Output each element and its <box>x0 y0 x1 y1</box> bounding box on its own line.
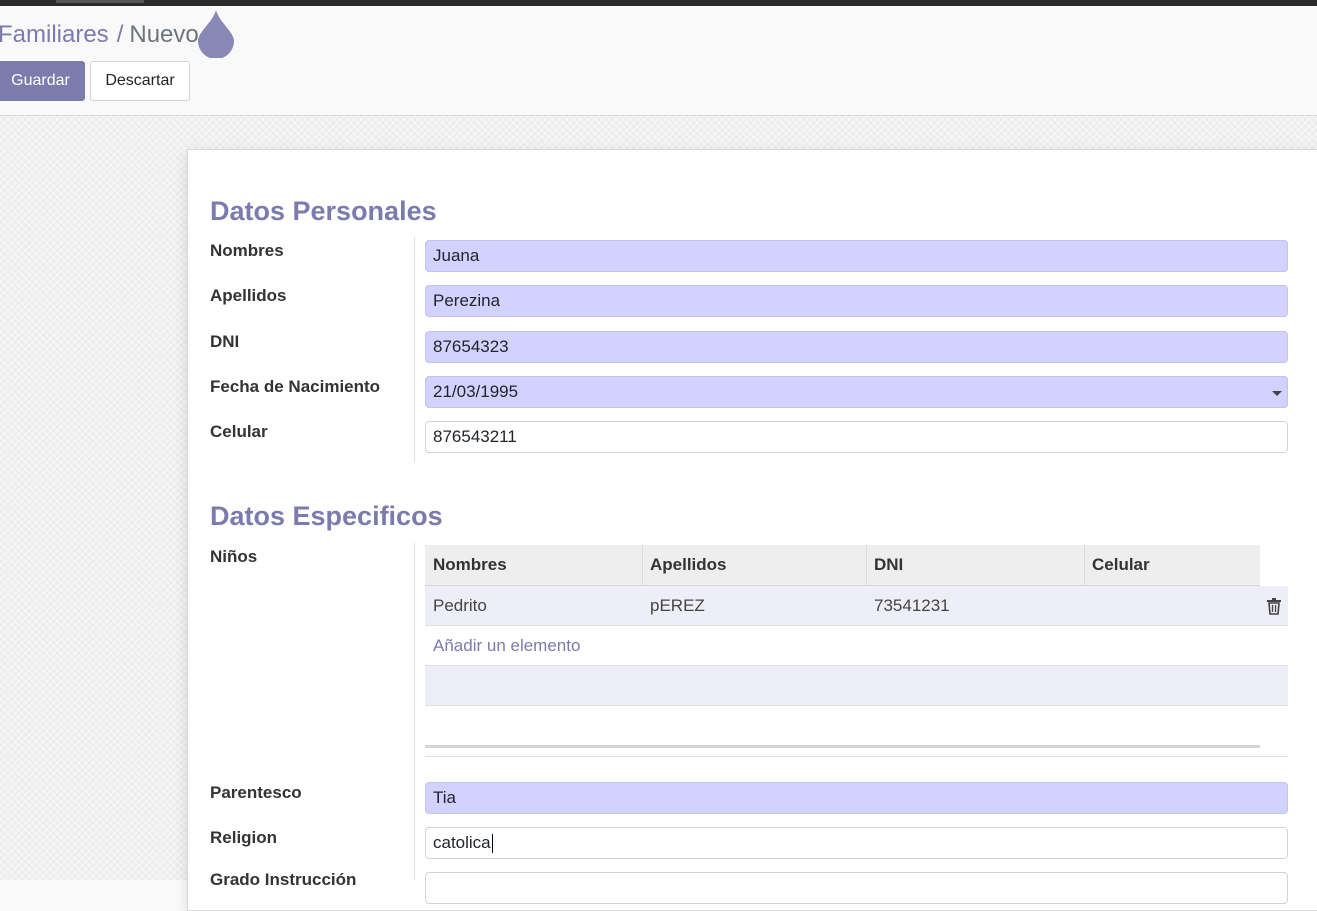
label-apellidos: Apellidos <box>210 286 287 305</box>
grado-instruccion-field[interactable] <box>425 872 1288 904</box>
cell-celular[interactable] <box>1084 586 1260 626</box>
column-header-dni[interactable]: DNI <box>866 545 1085 585</box>
table-row[interactable]: Pedrito pEREZ 73541231 <box>425 586 1288 626</box>
label-grado-instruccion: Grado Instrucción <box>210 870 357 889</box>
text-cursor <box>491 833 493 853</box>
drop-icon <box>198 10 234 58</box>
empty-row <box>425 666 1288 706</box>
group-divider <box>414 237 415 463</box>
label-parentesco: Parentesco <box>210 783 302 802</box>
trash-icon[interactable] <box>1266 597 1282 615</box>
parentesco-field[interactable]: Tia <box>425 782 1288 814</box>
dni-field[interactable]: 87654323 <box>425 331 1288 363</box>
section-title-specific: Datos Especificos <box>210 501 443 531</box>
save-button[interactable]: Guardar <box>0 61 85 101</box>
religion-field[interactable]: catolica <box>425 827 1288 859</box>
top-navbar-tab[interactable] <box>56 0 144 3</box>
label-ninos: Niños <box>210 547 258 566</box>
table-footer-border <box>425 756 1288 757</box>
column-header-apellidos[interactable]: Apellidos <box>642 545 867 585</box>
breadcrumb: Familiares / Nuevo <box>0 21 199 49</box>
label-dni: DNI <box>210 332 240 351</box>
apellidos-field[interactable]: Perezina <box>425 285 1288 317</box>
fecha-nacimiento-value: 21/03/1995 <box>433 382 519 401</box>
breadcrumb-current: Nuevo <box>129 21 199 48</box>
label-celular: Celular <box>210 422 268 441</box>
add-line-link[interactable]: Añadir un elemento <box>433 626 580 666</box>
cell-nombres[interactable]: Pedrito <box>425 586 642 626</box>
empty-row <box>425 706 1288 746</box>
breadcrumb-parent-link[interactable]: Familiares <box>0 21 109 48</box>
fecha-nacimiento-field[interactable]: 21/03/1995 <box>425 376 1288 408</box>
label-religion: Religion <box>210 828 278 847</box>
control-panel: Familiares / Nuevo Guardar Descartar <box>0 6 1317 116</box>
breadcrumb-separator: / <box>116 21 124 48</box>
column-header-celular[interactable]: Celular <box>1084 545 1260 585</box>
caret-down-icon[interactable] <box>1272 391 1282 396</box>
column-header-nombres[interactable]: Nombres <box>425 545 643 585</box>
cell-dni[interactable]: 73541231 <box>866 586 1084 626</box>
label-nombres: Nombres <box>210 241 284 260</box>
religion-value: catolica <box>433 833 491 852</box>
table-header: Nombres Apellidos DNI Celular <box>425 545 1260 586</box>
label-fecha-nacimiento: Fecha de Nacimiento <box>210 377 381 396</box>
nombres-field[interactable]: Juana <box>425 240 1288 272</box>
discard-button[interactable]: Descartar <box>90 61 190 101</box>
add-row: Añadir un elemento <box>425 626 1288 666</box>
group-divider <box>414 543 415 880</box>
cell-apellidos[interactable]: pEREZ <box>642 586 866 626</box>
table-footer <box>425 745 1260 748</box>
celular-field[interactable]: 876543211 <box>425 421 1288 453</box>
section-title-personal: Datos Personales <box>210 196 437 226</box>
